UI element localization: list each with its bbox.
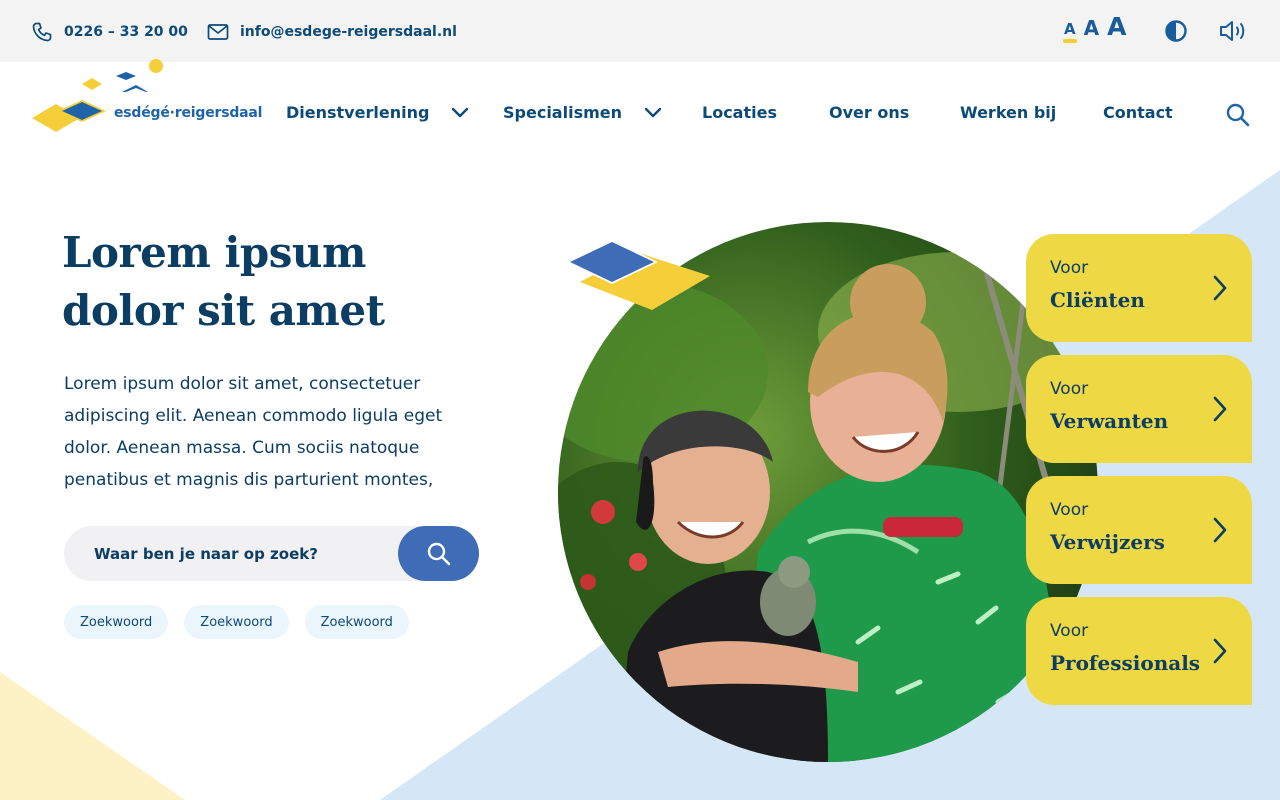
hero-title-line-1: Lorem ipsum	[62, 228, 366, 277]
font-size-large-button[interactable]: A	[1107, 14, 1126, 43]
audience-card-professionals[interactable]: Voor Professionals	[1026, 597, 1252, 705]
card-label: Verwijzers	[1050, 530, 1165, 554]
keyword-chips: Zoekwoord Zoekwoord Zoekwoord	[64, 605, 409, 639]
audience-card-verwanten[interactable]: Voor Verwanten	[1026, 355, 1252, 463]
font-size-controls: A A A	[1063, 14, 1126, 43]
decorative-diamonds	[566, 240, 710, 310]
card-prefix: Voor	[1050, 500, 1089, 520]
top-bar: 0226 – 33 20 00 info@esdege-reigersdaal.…	[0, 0, 1280, 62]
email-address: info@esdege-reigersdaal.nl	[240, 24, 457, 40]
chevron-down-icon	[644, 107, 662, 117]
card-label: Professionals	[1050, 651, 1201, 675]
email-link[interactable]: info@esdege-reigersdaal.nl	[206, 20, 457, 44]
phone-link[interactable]: 0226 – 33 20 00	[30, 20, 188, 44]
nav-item-werken-bij[interactable]: Werken bij	[960, 103, 1056, 122]
nav-item-label: Locaties	[702, 103, 777, 122]
nav-item-dienstverlening[interactable]: Dienstverlening	[286, 103, 470, 122]
font-size-small-button[interactable]: A	[1063, 22, 1077, 43]
card-prefix: Voor	[1050, 621, 1089, 641]
chevron-right-icon	[1213, 396, 1227, 422]
nav-item-label: Contact	[1103, 103, 1173, 122]
nav-item-label: Werken bij	[960, 103, 1057, 122]
chevron-down-icon	[452, 107, 469, 117]
nav-item-label: Specialismen	[503, 103, 622, 122]
keyword-chip[interactable]: Zoekwoord	[304, 605, 409, 639]
hero-title: Lorem ipsum dolor sit amet	[62, 224, 482, 340]
nav-item-over-ons[interactable]: Over ons	[829, 103, 909, 122]
mail-icon	[207, 24, 229, 40]
hero-title-line-2: dolor sit amet	[62, 286, 385, 335]
logo[interactable]: esdégé·reigersdaal	[28, 58, 262, 142]
light-yellow-background-shape	[0, 672, 185, 800]
chevron-right-icon	[1213, 517, 1227, 543]
audience-card-verwijzers[interactable]: Voor Verwijzers	[1026, 476, 1252, 584]
card-prefix: Voor	[1050, 258, 1089, 278]
phone-number: 0226 – 33 20 00	[64, 24, 188, 40]
hero-search	[64, 526, 479, 581]
nav-item-specialismen[interactable]: Specialismen	[503, 103, 663, 122]
chevron-right-icon	[1213, 275, 1227, 301]
contrast-icon[interactable]	[1164, 19, 1188, 43]
card-label: Cliënten	[1050, 288, 1145, 312]
font-size-medium-button[interactable]: A	[1084, 18, 1099, 43]
phone-icon	[32, 22, 52, 42]
audience-card-clienten[interactable]: Voor Cliënten	[1026, 234, 1252, 342]
search-icon[interactable]	[1225, 102, 1251, 128]
search-button[interactable]	[398, 526, 479, 581]
nav-item-locaties[interactable]: Locaties	[702, 103, 777, 122]
search-input[interactable]	[94, 526, 424, 581]
nav-item-label: Over ons	[829, 103, 910, 122]
logo-text: esdégé·reigersdaal	[114, 105, 263, 121]
hero-body-text: Lorem ipsum dolor sit amet, consectetuer…	[64, 374, 443, 490]
card-prefix: Voor	[1050, 379, 1089, 399]
speaker-icon[interactable]	[1218, 18, 1250, 44]
nav-item-label: Dienstverlening	[286, 103, 430, 122]
chevron-right-icon	[1213, 638, 1227, 664]
keyword-chip[interactable]: Zoekwoord	[64, 605, 169, 639]
search-icon	[427, 542, 450, 565]
nav-item-contact[interactable]: Contact	[1103, 103, 1173, 122]
card-label: Verwanten	[1050, 409, 1169, 433]
keyword-chip[interactable]: Zoekwoord	[184, 605, 289, 639]
logo-mark	[32, 59, 163, 132]
